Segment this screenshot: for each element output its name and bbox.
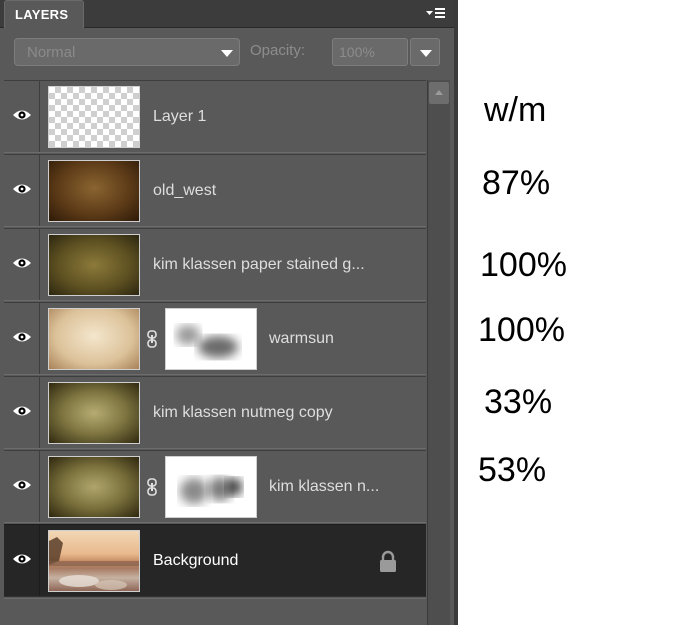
layer-name: warmsun xyxy=(269,330,334,347)
layer-thumbnail xyxy=(48,308,140,370)
tab-layers[interactable]: LAYERS xyxy=(4,0,84,28)
lock-icon xyxy=(380,550,396,572)
link-icon[interactable] xyxy=(145,478,159,496)
layer-name: kim klassen paper stained g... xyxy=(153,256,365,273)
chevron-down-icon xyxy=(420,50,432,57)
layer-thumbnail xyxy=(48,382,140,444)
annotation-100-a: 100% xyxy=(480,246,567,284)
tab-layers-label: LAYERS xyxy=(15,7,69,22)
layers-panel: LAYERS Normal Opacity: 100% Layer 1 old_… xyxy=(0,0,458,625)
layer-name: Layer 1 xyxy=(153,108,207,125)
layer-name: Background xyxy=(153,552,239,569)
layer-row[interactable]: kim klassen n... xyxy=(4,450,426,523)
visibility-toggle[interactable] xyxy=(4,81,40,152)
eye-icon xyxy=(13,258,31,268)
panel-tab-bar: LAYERS xyxy=(0,0,454,28)
visibility-toggle[interactable] xyxy=(4,525,40,596)
layers-scrollbar[interactable] xyxy=(427,80,450,625)
eye-icon xyxy=(13,184,31,194)
annotation-53: 53% xyxy=(478,451,547,489)
visibility-toggle[interactable] xyxy=(4,229,40,300)
chevron-up-icon xyxy=(435,90,443,95)
eye-icon xyxy=(13,406,31,416)
annotation-33: 33% xyxy=(484,383,553,421)
annotation-100-b: 100% xyxy=(478,311,565,349)
layer-row[interactable]: kim klassen nutmeg copy xyxy=(4,376,426,449)
layer-thumbnail xyxy=(48,160,140,222)
blend-mode-dropdown[interactable]: Normal xyxy=(14,38,240,66)
annotation-w-m: w/m xyxy=(484,91,547,129)
layer-thumbnail xyxy=(48,456,140,518)
panel-border xyxy=(454,0,458,625)
layer-row[interactable]: Layer 1 xyxy=(4,80,426,153)
visibility-toggle[interactable] xyxy=(4,451,40,522)
opacity-field[interactable]: 100% xyxy=(332,38,408,66)
scroll-up-button[interactable] xyxy=(429,82,449,104)
layer-row-selected[interactable]: Background xyxy=(4,524,426,597)
visibility-toggle[interactable] xyxy=(4,155,40,226)
layer-row[interactable]: warmsun xyxy=(4,302,426,375)
visibility-toggle[interactable] xyxy=(4,303,40,374)
annotation-87: 87% xyxy=(482,164,551,202)
layer-controls: Normal Opacity: 100% xyxy=(0,28,454,78)
layer-thumbnail xyxy=(48,86,140,148)
layer-name: old_west xyxy=(153,182,217,199)
eye-icon xyxy=(13,110,31,120)
link-icon[interactable] xyxy=(145,330,159,348)
layer-thumbnail xyxy=(48,234,140,296)
layer-mask-thumbnail xyxy=(165,308,257,370)
blend-mode-value: Normal xyxy=(27,44,76,61)
eye-icon xyxy=(13,332,31,342)
chevron-down-icon xyxy=(221,50,233,57)
layers-list: Layer 1 old_west kim klassen paper stain… xyxy=(4,80,426,625)
opacity-slider-button[interactable] xyxy=(410,38,440,66)
layers-empty-area xyxy=(4,598,426,625)
layer-name: kim klassen nutmeg copy xyxy=(153,404,333,421)
opacity-value: 100% xyxy=(339,44,375,60)
eye-icon xyxy=(13,554,31,564)
eye-icon xyxy=(13,480,31,490)
layer-thumbnail xyxy=(48,530,140,592)
opacity-label: Opacity: xyxy=(250,42,306,59)
panel-menu-icon[interactable] xyxy=(424,5,448,23)
layer-mask-thumbnail xyxy=(165,456,257,518)
visibility-toggle[interactable] xyxy=(4,377,40,448)
layer-row[interactable]: kim klassen paper stained g... xyxy=(4,228,426,301)
layer-name: kim klassen n... xyxy=(269,478,380,495)
layer-row[interactable]: old_west xyxy=(4,154,426,227)
